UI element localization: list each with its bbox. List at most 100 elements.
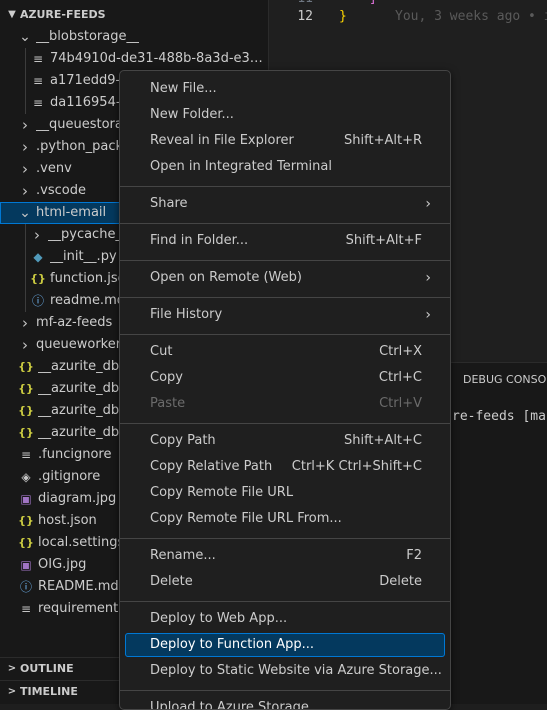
tree-item-label: .gitignore <box>38 469 101 484</box>
json-icon: {} <box>18 426 34 439</box>
menu-item-copy[interactable]: Copy Ctrl+C <box>125 366 445 390</box>
menu-item-shortcut: F2 <box>406 548 422 563</box>
menu-item-label: Share <box>150 196 188 211</box>
tree-item-label: diagram.jpg <box>38 491 117 506</box>
menu-item-open-on-remote-web[interactable]: Open on Remote (Web) › <box>125 266 445 290</box>
menu-item-upload-to-azure-storage[interactable]: Upload to Azure Storage... <box>125 696 445 710</box>
menu-item-find-in-folder[interactable]: Find in Folder... Shift+Alt+F <box>125 229 445 253</box>
tree-item-label: local.settings.j <box>38 535 133 550</box>
menu-item-label: Deploy to Web App... <box>150 611 288 626</box>
chevron-right-icon: › <box>34 226 40 244</box>
menu-item-shortcut: Delete <box>379 574 422 589</box>
chevron-right-icon: > <box>7 662 17 674</box>
menu-separator <box>120 186 450 187</box>
menu-item-new-file[interactable]: New File... <box>125 77 445 101</box>
menu-separator <box>120 297 450 298</box>
tree-item-label: host.json <box>38 513 97 528</box>
tree-folder[interactable]: ⌄ __blobstorage__ <box>0 26 268 48</box>
info-icon: ⓘ <box>19 580 32 594</box>
menu-item-deploy-to-static-website[interactable]: Deploy to Static Website via Azure Stora… <box>125 659 445 683</box>
tree-item-label: html-email <box>36 205 107 220</box>
menu-item-label: Paste <box>150 396 186 411</box>
menu-item-label: Open in Integrated Terminal <box>150 159 332 174</box>
menu-item-reveal-in-file-explorer[interactable]: Reveal in File Explorer Shift+Alt+R <box>125 129 445 153</box>
tree-item-label: .python_packa <box>36 139 131 154</box>
menu-separator <box>120 423 450 424</box>
tree-item-label: .venv <box>36 161 72 176</box>
menu-item-label: Rename... <box>150 548 216 563</box>
json-icon: {} <box>18 514 34 527</box>
image-icon: ▣ <box>20 492 32 506</box>
file-lines-icon: ≡ <box>32 96 44 110</box>
file-lines-icon: ≡ <box>32 52 44 66</box>
menu-item-label: Open on Remote (Web) <box>150 270 302 285</box>
chevron-right-icon: › <box>22 314 28 332</box>
chevron-right-icon: > <box>7 685 17 697</box>
menu-item-file-history[interactable]: File History › <box>125 303 445 327</box>
indent-guide <box>25 224 26 246</box>
file-lines-icon: ≡ <box>32 74 44 88</box>
python-icon: ◆ <box>33 250 43 264</box>
context-menu: New File... New Folder... Reveal in File E… <box>119 70 451 710</box>
menu-item-label: Reveal in File Explorer <box>150 133 294 148</box>
tree-item-label: README.md <box>38 579 119 594</box>
menu-item-paste: Paste Ctrl+V <box>125 392 445 416</box>
terminal-prompt[interactable]: re-feeds [mair <box>452 409 547 424</box>
menu-item-label: Delete <box>150 574 193 589</box>
menu-item-share[interactable]: Share › <box>125 192 445 216</box>
menu-item-rename[interactable]: Rename... F2 <box>125 544 445 568</box>
file-lines-icon: ≡ <box>20 602 32 616</box>
menu-item-shortcut: Ctrl+K Ctrl+Shift+C <box>291 459 422 474</box>
menu-item-label: Copy <box>150 370 183 385</box>
tree-item-label: __pycache__ <box>48 227 129 242</box>
chevron-down-icon: ▼ <box>8 9 16 20</box>
menu-item-label: Deploy to Function App... <box>150 637 315 652</box>
menu-item-delete[interactable]: Delete Delete <box>125 570 445 594</box>
tree-item-label: __blobstorage__ <box>36 29 140 44</box>
menu-item-copy-remote-file-url[interactable]: Copy Remote File URL <box>125 481 445 505</box>
menu-item-copy-remote-file-url-from[interactable]: Copy Remote File URL From... <box>125 507 445 531</box>
tree-item-label: mf-az-feeds <box>36 315 113 330</box>
menu-item-label: File History <box>150 307 223 322</box>
indent-guide <box>25 268 26 290</box>
menu-item-open-in-integrated-terminal[interactable]: Open in Integrated Terminal <box>125 155 445 179</box>
tree-file[interactable]: ≡ 74b4910d-de31-488b-8a3d-e303284... <box>0 48 268 70</box>
chevron-right-icon: › <box>22 116 28 134</box>
menu-item-shortcut: Shift+Alt+F <box>345 233 422 248</box>
image-icon: ▣ <box>20 558 32 572</box>
menu-item-shortcut: Shift+Alt+C <box>343 433 422 448</box>
menu-separator <box>120 690 450 691</box>
line-number: 12 <box>297 9 313 24</box>
chevron-right-icon: › <box>425 270 431 286</box>
chevron-right-icon: › <box>22 182 28 200</box>
menu-item-label: Copy Relative Path <box>150 459 273 474</box>
indent-guide <box>25 70 26 92</box>
line-number: 11 <box>269 0 313 6</box>
tree-item-label: 74b4910d-de31-488b-8a3d-e303284... <box>50 51 268 66</box>
menu-item-label: Deploy to Static Website via Azure Stora… <box>150 663 442 678</box>
menu-item-shortcut: Ctrl+V <box>379 396 422 411</box>
menu-item-deploy-to-function-app[interactable]: Deploy to Function App... <box>125 633 445 657</box>
menu-item-copy-path[interactable]: Copy Path Shift+Alt+C <box>125 429 445 453</box>
menu-item-label: Upload to Azure Storage... <box>150 700 322 710</box>
menu-item-deploy-to-web-app[interactable]: Deploy to Web App... <box>125 607 445 631</box>
tree-item-label: queueworker <box>36 337 122 352</box>
timeline-title: TIMELINE <box>20 684 78 698</box>
explorer-root-header[interactable]: ▼ AZURE-FEEDS <box>0 4 268 26</box>
chevron-down-icon: ⌄ <box>19 29 31 45</box>
menu-separator <box>120 223 450 224</box>
menu-separator <box>120 538 450 539</box>
indent-guide <box>25 92 26 114</box>
menu-item-label: Cut <box>150 344 173 359</box>
gear-icon: ◈ <box>21 470 31 484</box>
menu-item-cut[interactable]: Cut Ctrl+X <box>125 340 445 364</box>
menu-item-new-folder[interactable]: New Folder... <box>125 103 445 127</box>
menu-item-copy-relative-path[interactable]: Copy Relative Path Ctrl+K Ctrl+Shift+C <box>125 455 445 479</box>
tree-item-label: readme.md <box>50 293 125 308</box>
tab-debug-console[interactable]: DEBUG CONSOLE <box>463 373 547 386</box>
tree-item-label: __queuestorag <box>36 117 132 132</box>
code-line: } <box>339 9 347 24</box>
code-line: ] <box>369 0 377 6</box>
menu-item-label: Find in Folder... <box>150 233 249 248</box>
json-icon: {} <box>18 360 34 373</box>
